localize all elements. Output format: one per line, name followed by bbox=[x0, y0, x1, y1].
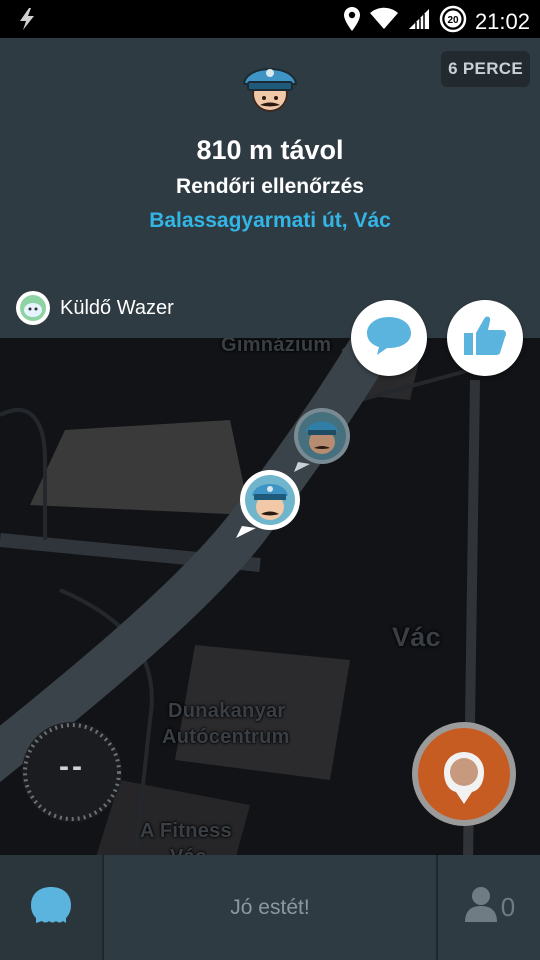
comment-button[interactable] bbox=[351, 300, 427, 376]
status-clock: 21:02 bbox=[474, 8, 530, 34]
bottom-bar: Jó estét! 0 bbox=[0, 855, 540, 960]
thumbs-up-icon bbox=[462, 313, 508, 364]
comment-icon bbox=[365, 315, 413, 362]
report-pin-icon bbox=[444, 750, 484, 811]
map-label-fitness: A Fitness bbox=[140, 820, 232, 842]
lightning-icon bbox=[14, 6, 40, 37]
wifi-icon bbox=[369, 7, 399, 36]
reporter[interactable]: Küldő Wazer bbox=[16, 291, 174, 325]
alert-distance: 810 m távol bbox=[196, 135, 344, 165]
speedometer: -- bbox=[22, 722, 122, 822]
alert-street: Balassagyarmati út, Vác bbox=[149, 209, 391, 232]
wazer-menu-icon bbox=[28, 885, 74, 930]
friends-count: 0 bbox=[500, 892, 516, 922]
notification-count: 20 bbox=[447, 15, 459, 26]
location-pin-icon bbox=[343, 6, 361, 37]
person-icon bbox=[464, 886, 497, 929]
signal-icon bbox=[407, 7, 431, 36]
menu-button[interactable] bbox=[0, 855, 104, 960]
police-icon bbox=[240, 60, 300, 123]
map-label-dunakanyar: Dunakanyar bbox=[168, 700, 286, 722]
thumbs-up-button[interactable] bbox=[447, 300, 523, 376]
status-bar: 20 21:02 bbox=[0, 0, 540, 38]
report-button[interactable] bbox=[412, 722, 516, 826]
alert-type: Rendőri ellenőrzés bbox=[176, 175, 364, 198]
map-building bbox=[30, 420, 250, 515]
friends-button[interactable]: 0 bbox=[436, 855, 540, 960]
notification-badge-icon: 20 bbox=[439, 5, 467, 38]
wazer-avatar-icon bbox=[16, 291, 50, 325]
search-bar[interactable]: Jó estét! bbox=[104, 855, 436, 960]
alert-card[interactable]: 6 PERCE 810 m távol Rendőri ellenőrzés B… bbox=[0, 38, 540, 338]
map-label-autocentrum: Autócentrum bbox=[162, 726, 290, 748]
reporter-name: Küldő Wazer bbox=[60, 296, 174, 319]
timer-badge[interactable]: 6 PERCE bbox=[441, 51, 530, 87]
speed-value: -- bbox=[59, 750, 85, 783]
greeting-text: Jó estét! bbox=[230, 895, 310, 919]
map-label-vac: Vác bbox=[392, 622, 441, 652]
